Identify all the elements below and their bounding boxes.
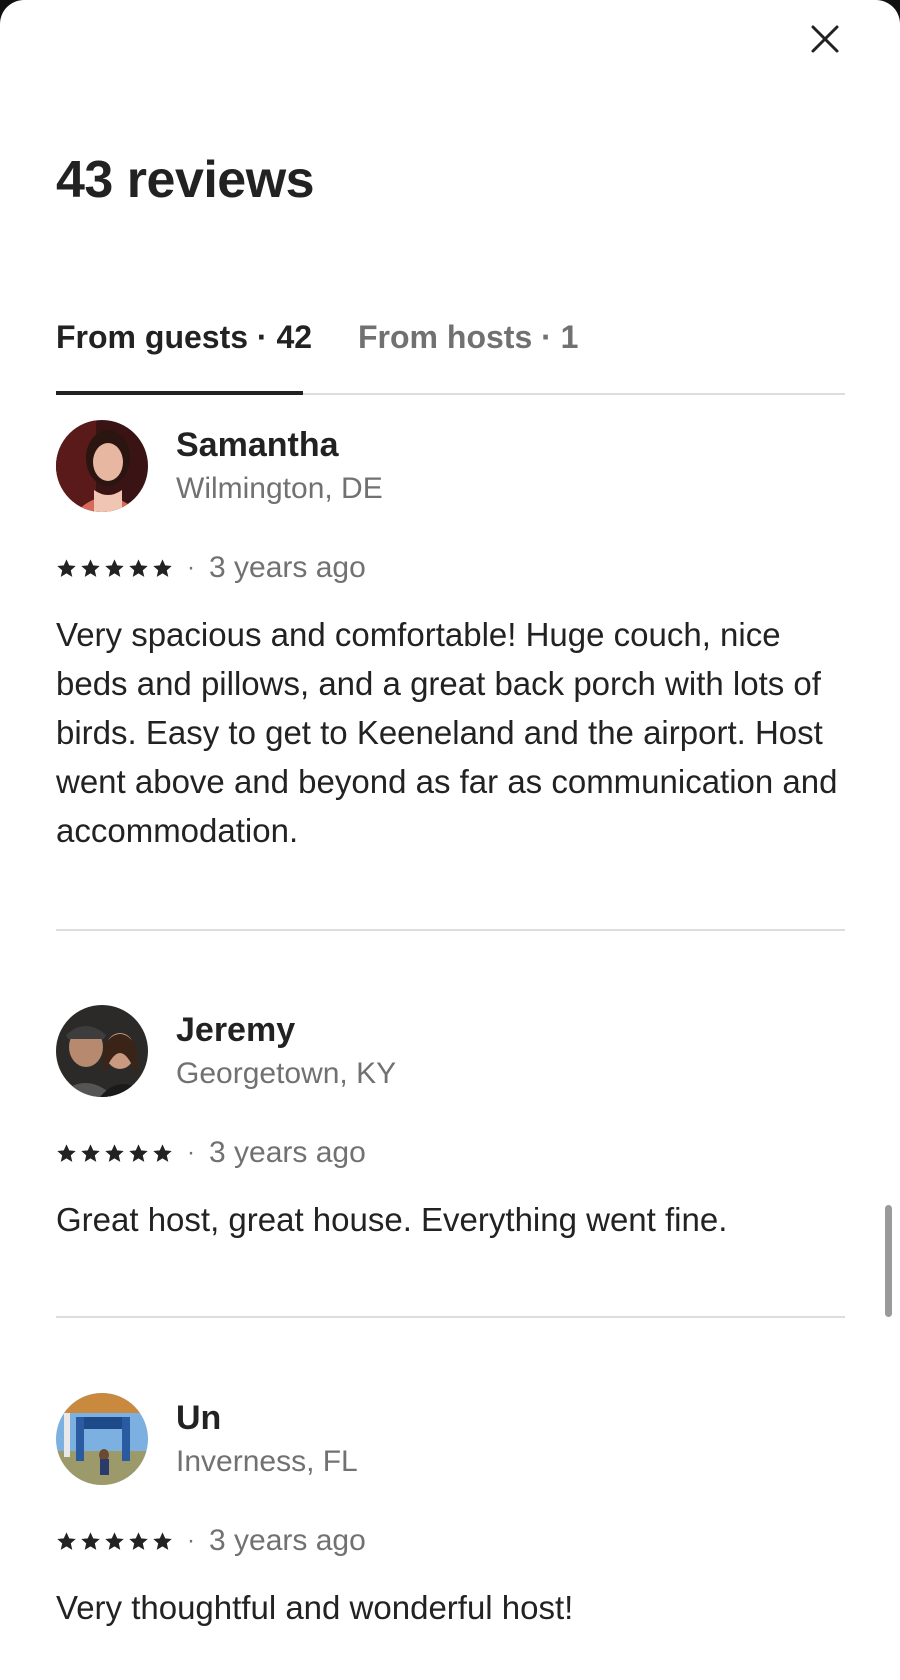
review-tabs: From guests · 42 From hosts · 1 [56,300,845,395]
star-icon [57,1143,76,1162]
reviewer-name: Samantha [176,426,339,464]
tab-from-hosts[interactable]: From hosts · 1 [358,318,578,356]
star-icon [57,558,76,577]
scrollbar-thumb[interactable] [885,1205,892,1317]
close-button[interactable] [800,14,850,64]
star-rating [56,558,173,579]
review-text: Great host, great house. Everything went… [56,1201,728,1238]
separator-dot: · [187,1527,195,1554]
review-date: 3 years ago [209,551,366,584]
reviewer-location: Georgetown, KY [176,1057,397,1090]
review-divider [56,1316,845,1318]
star-icon [153,1531,172,1550]
review-text: Very thoughtful and wonderful host! [56,1589,574,1626]
star-rating [56,1531,173,1552]
star-icon [105,558,124,577]
review-divider [56,929,845,931]
page-title: 43 reviews [56,151,315,209]
avatar[interactable] [56,420,148,512]
reviewer-name: Un [176,1399,222,1437]
rating-row: · 3 years ago [56,1521,366,1561]
review-text: Very spacious and comfortable! Huge couc… [56,616,838,849]
star-rating [56,1143,173,1164]
separator-dot: · [187,554,195,581]
reviewer-location: Wilmington, DE [176,472,383,505]
star-icon [57,1531,76,1550]
star-icon [129,1143,148,1162]
reviews-modal: 43 reviews From guests · 42 From hosts ·… [0,0,900,1680]
reviewer-name: Jeremy [176,1011,296,1049]
reviewer-location: Inverness, FL [176,1445,358,1478]
star-icon [129,1531,148,1550]
star-icon [81,558,100,577]
star-icon [105,1143,124,1162]
review-date: 3 years ago [209,1524,366,1557]
separator-dot: · [187,1139,195,1166]
review-date: 3 years ago [209,1136,366,1169]
tab-from-guests[interactable]: From guests · 42 [56,318,312,356]
close-icon [811,25,839,53]
star-icon [129,558,148,577]
rating-row: · 3 years ago [56,548,366,588]
rating-row: · 3 years ago [56,1133,366,1173]
star-icon [153,558,172,577]
active-tab-indicator [56,391,303,395]
star-icon [81,1531,100,1550]
star-icon [105,1531,124,1550]
avatar[interactable] [56,1393,148,1485]
star-icon [81,1143,100,1162]
avatar[interactable] [56,1005,148,1097]
star-icon [153,1143,172,1162]
